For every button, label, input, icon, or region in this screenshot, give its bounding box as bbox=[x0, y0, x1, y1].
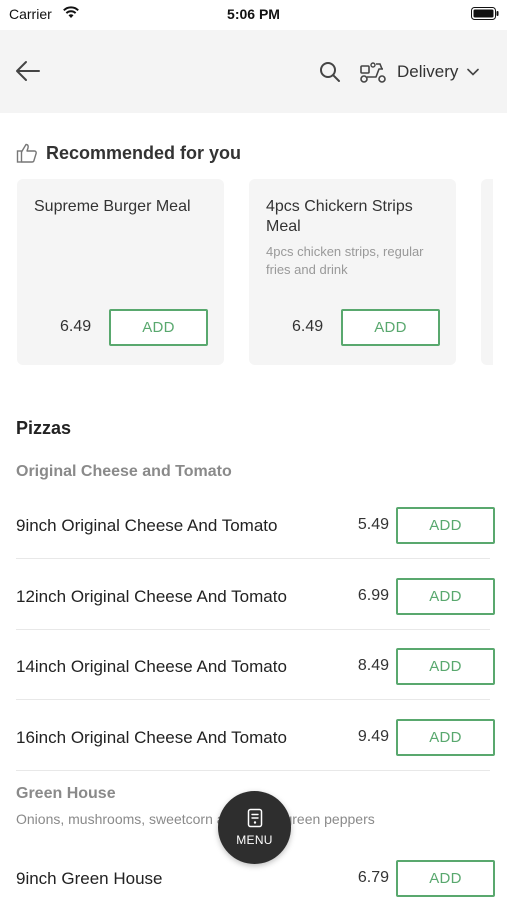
thumbs-up-icon bbox=[16, 143, 37, 163]
menu-item-price: 6.79 bbox=[357, 869, 389, 886]
recommended-item-price: 6.49 bbox=[292, 318, 324, 335]
menu-item-name: 12inch Original Cheese And Tomato bbox=[16, 587, 287, 606]
delivery-mode-selector[interactable]: Delivery bbox=[358, 58, 480, 86]
menu-item-price: 9.49 bbox=[357, 728, 389, 745]
group-description: Onions, mushrooms, sweetcorn and sweet g… bbox=[16, 811, 375, 827]
add-button[interactable]: ADD bbox=[109, 309, 208, 346]
menu-item-row[interactable]: 16inch Original Cheese And Tomato 9.49 A… bbox=[16, 719, 495, 790]
menu-item-price: 5.49 bbox=[357, 516, 389, 533]
menu-item-row[interactable]: 12inch Original Cheese And Tomato 6.99 A… bbox=[16, 578, 495, 649]
add-button[interactable]: ADD bbox=[396, 719, 495, 756]
divider bbox=[16, 558, 490, 559]
menu-button[interactable]: MENU bbox=[218, 791, 291, 864]
recommended-card[interactable]: Supreme Burger Meal 6.49 ADD bbox=[17, 179, 224, 365]
chevron-down-icon bbox=[467, 68, 480, 76]
add-button[interactable]: ADD bbox=[396, 578, 495, 615]
recommended-item-description: 4pcs chicken strips, regular fries and d… bbox=[266, 244, 424, 277]
add-button[interactable]: ADD bbox=[396, 648, 495, 685]
divider bbox=[16, 629, 490, 630]
menu-item-price: 8.49 bbox=[357, 657, 389, 674]
menu-book-icon bbox=[247, 808, 262, 828]
top-navigation-bar: Delivery bbox=[0, 30, 507, 113]
menu-item-name: 9inch Original Cheese And Tomato bbox=[16, 516, 278, 535]
section-title-pizzas: Pizzas bbox=[16, 418, 72, 438]
scooter-icon bbox=[360, 62, 386, 83]
menu-item-name: 9inch Green House bbox=[16, 869, 163, 888]
menu-item-price: 6.99 bbox=[357, 587, 389, 604]
battery-icon bbox=[471, 7, 499, 20]
delivery-label: Delivery bbox=[397, 62, 459, 81]
divider bbox=[16, 699, 490, 700]
menu-item-name: 14inch Original Cheese And Tomato bbox=[16, 657, 287, 676]
back-arrow-icon[interactable] bbox=[12, 57, 44, 85]
recommended-item-price: 6.49 bbox=[60, 318, 92, 335]
recommended-heading: Recommended for you bbox=[16, 142, 241, 164]
divider bbox=[16, 770, 490, 771]
menu-item-name: 16inch Original Cheese And Tomato bbox=[16, 728, 287, 747]
recommended-card[interactable]: 4pcs Chickern Strips Meal 4pcs chicken s… bbox=[249, 179, 456, 365]
status-bar: Carrier 5:06 PM bbox=[0, 0, 507, 30]
menu-item-row[interactable]: 9inch Original Cheese And Tomato 5.49 AD… bbox=[16, 507, 495, 578]
search-icon[interactable] bbox=[318, 60, 342, 84]
add-button[interactable]: ADD bbox=[396, 507, 495, 544]
menu-item-row[interactable]: 14inch Original Cheese And Tomato 8.49 A… bbox=[16, 648, 495, 719]
group-title: Green House bbox=[16, 785, 116, 802]
add-button[interactable]: ADD bbox=[396, 860, 495, 897]
add-button[interactable]: ADD bbox=[341, 309, 440, 346]
status-time: 5:06 PM bbox=[227, 6, 280, 22]
recommended-card-peek[interactable] bbox=[481, 179, 493, 365]
recommended-item-name: 4pcs Chickern Strips Meal bbox=[266, 198, 413, 235]
recommended-item-name: Supreme Burger Meal bbox=[34, 198, 191, 215]
group-title: Original Cheese and Tomato bbox=[16, 463, 232, 480]
menu-item-row[interactable]: 9inch Green House 6.79 ADD bbox=[16, 860, 495, 900]
recommended-title: Recommended for you bbox=[46, 142, 242, 163]
menu-button-label: MENU bbox=[236, 833, 273, 847]
